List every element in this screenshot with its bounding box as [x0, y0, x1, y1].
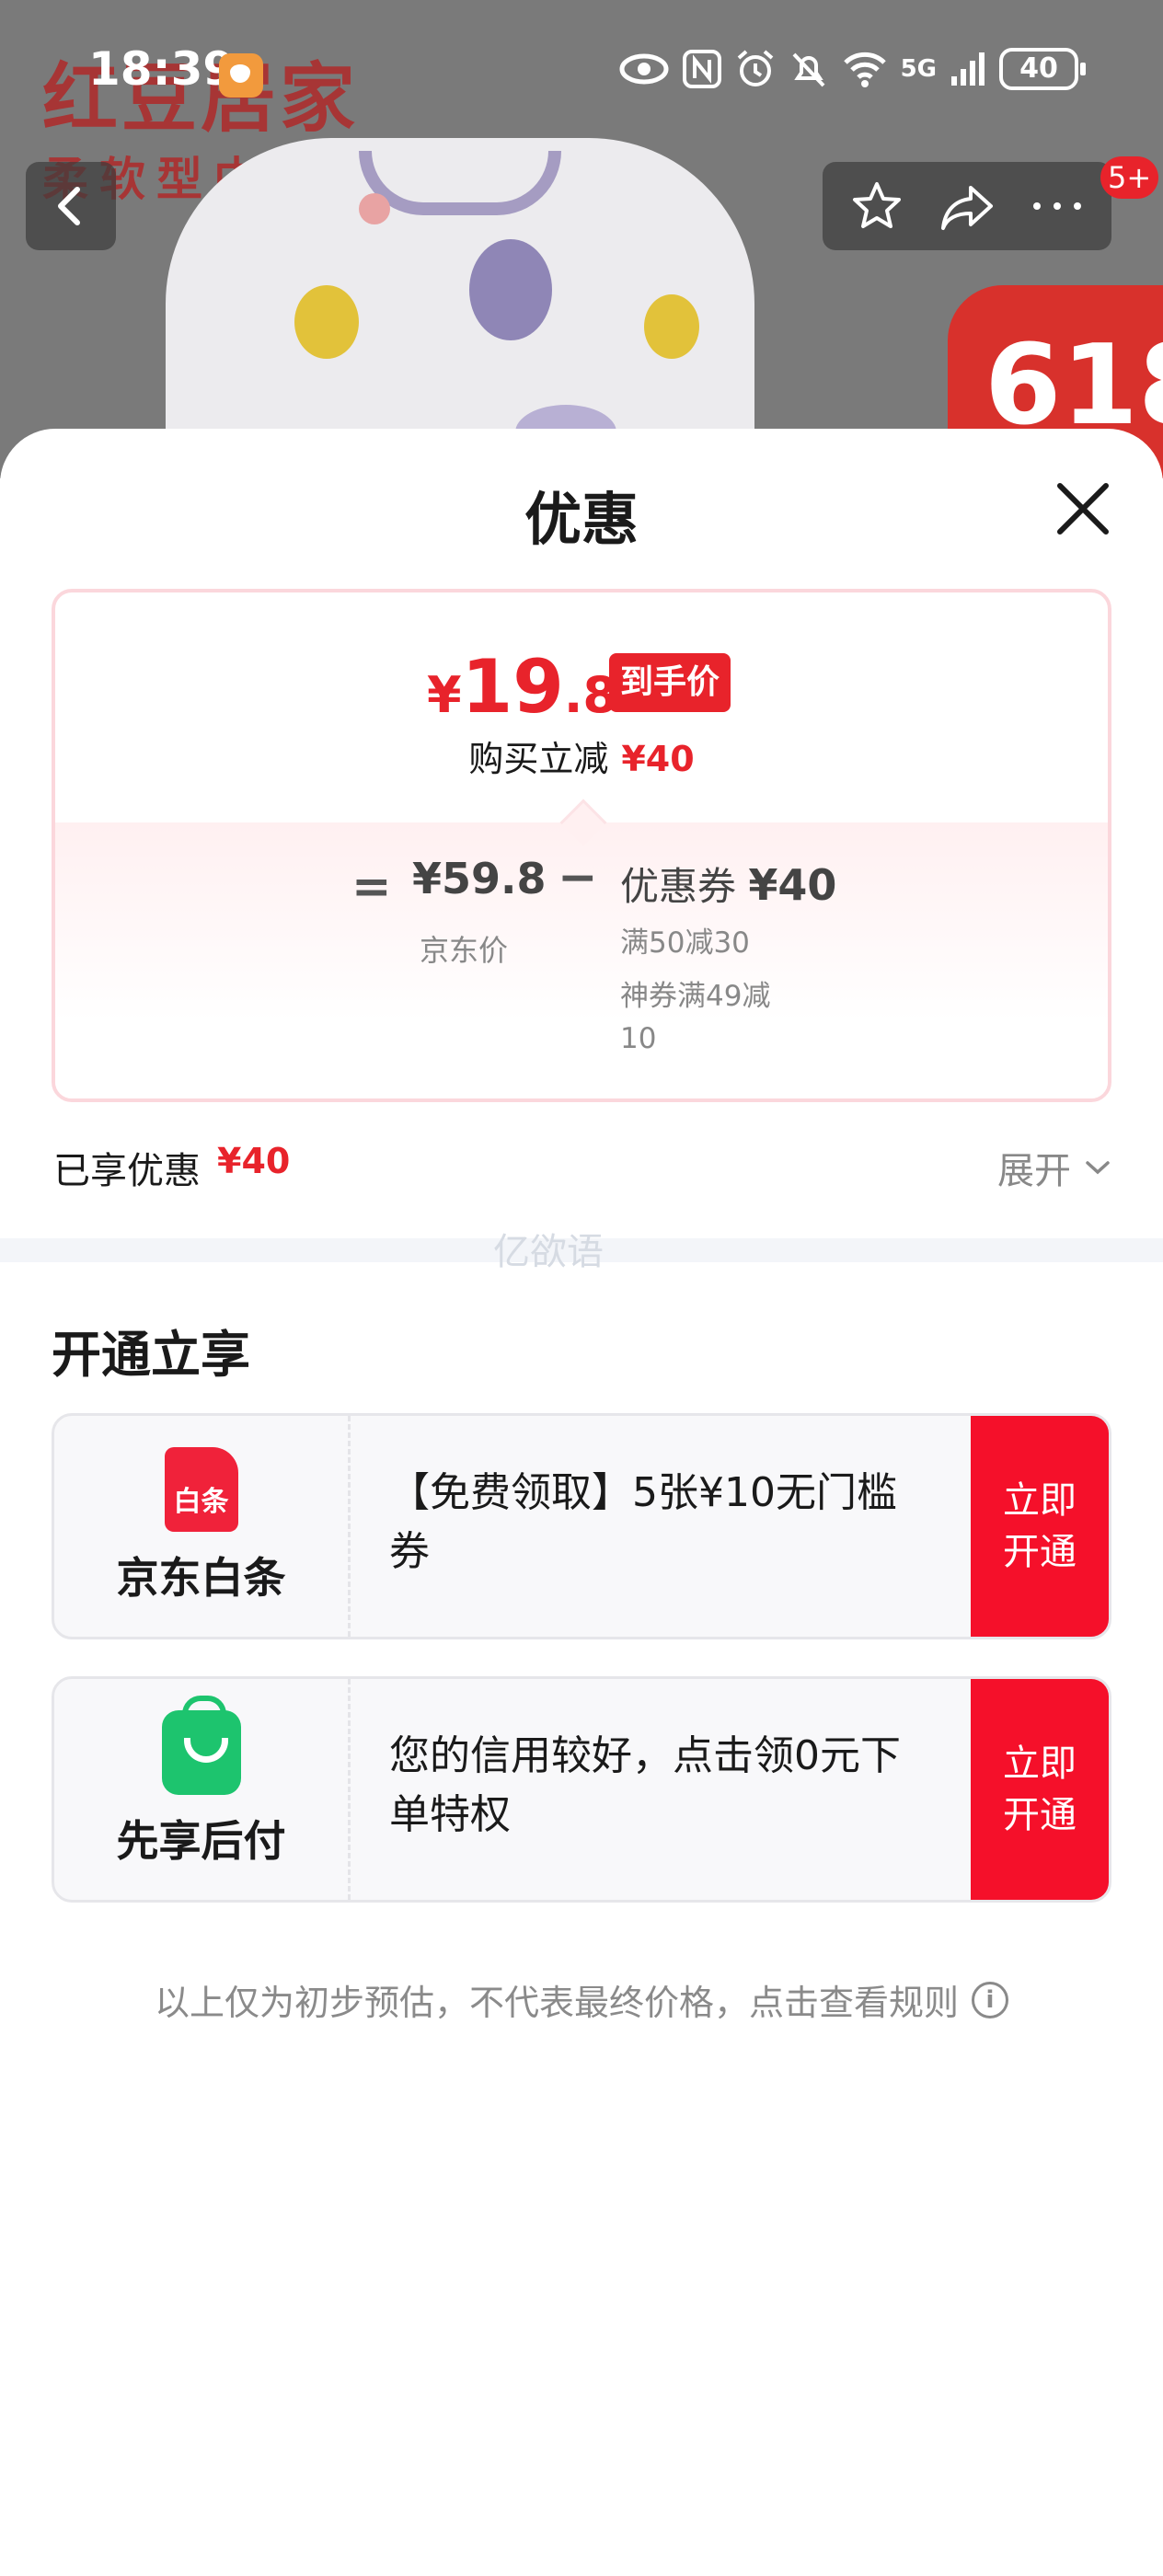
discount-sheet: 优惠 ¥19.8 到手价 购买立减 ¥40 = ¥59.8 京东价 − 优惠券 ¥…	[0, 429, 1163, 2576]
star-icon	[853, 182, 901, 228]
offer-description: 您的信用较好，点击领0元下单特权	[389, 1732, 901, 1838]
mute-bell-icon	[792, 52, 825, 87]
offer-name: 先享后付	[116, 1816, 286, 1866]
battery-indicator: 40	[999, 48, 1086, 90]
buy-reduce-value: ¥40	[621, 739, 695, 779]
status-bar: 18:39 5G 40	[0, 42, 1163, 107]
final-price-integer: 19	[461, 644, 564, 730]
product-shirt-image	[166, 138, 754, 478]
enjoyed-label: 已享优惠	[53, 1150, 201, 1192]
back-button[interactable]	[26, 162, 116, 250]
coupon-label: 优惠券	[620, 864, 737, 909]
nfc-icon	[682, 50, 721, 88]
signal-icon	[951, 52, 985, 86]
offer-description: 【免费领取】5张¥10无门槛券	[389, 1469, 897, 1575]
watermark-text: 亿欲语	[493, 1231, 604, 1273]
final-price-currency: ¥	[427, 666, 462, 724]
baitiao-logo-text: 白条	[173, 1486, 229, 1518]
offer-logo-column: 白条 京东白条	[54, 1416, 351, 1637]
chevron-down-icon	[1086, 1161, 1110, 1175]
chevron-left-icon	[58, 187, 80, 225]
wifi-icon	[843, 52, 886, 87]
status-time: 18:39	[88, 42, 236, 96]
favorite-button[interactable]	[840, 169, 914, 243]
offer-card-baitiao[interactable]: 白条 京东白条 【免费领取】5张¥10无门槛券 立即开通	[52, 1413, 1111, 1639]
more-button[interactable]	[1020, 169, 1094, 243]
offer-card-pay-later[interactable]: 先享后付 您的信用较好，点击领0元下单特权 立即开通	[52, 1676, 1111, 1903]
open-now-button[interactable]: 立即开通	[971, 1679, 1109, 1900]
minus-sign: −	[558, 850, 598, 905]
coupon-total: 优惠券 ¥40	[620, 856, 836, 912]
buy-reduce-row: 购买立减 ¥40	[55, 730, 1108, 781]
equals-sign: =	[351, 859, 392, 914]
app-notification-icon	[219, 53, 263, 98]
more-dots-icon	[1033, 202, 1081, 210]
shopping-bag-icon	[161, 1696, 241, 1795]
share-arrow-icon	[941, 186, 993, 230]
enjoyed-value: ¥40	[217, 1141, 291, 1181]
more-count-badge: 5+	[1100, 156, 1159, 199]
expand-toggle[interactable]: 展开	[997, 1141, 1111, 1194]
sheet-title: 优惠	[524, 486, 639, 553]
coupon-value: ¥40	[748, 860, 837, 910]
alarm-icon	[737, 50, 773, 86]
enjoyed-discount-row: 已享优惠 ¥40 展开	[52, 1133, 1111, 1207]
buy-reduce-label: 购买立减	[468, 739, 609, 779]
top-actions-group	[823, 162, 1111, 250]
coupon-condition: 满50减30	[620, 926, 750, 960]
offer-logo-column: 先享后付	[54, 1679, 351, 1900]
baitiao-icon: 白条	[164, 1447, 238, 1532]
close-icon	[1057, 483, 1109, 535]
jd-price-label: 京东价	[420, 933, 509, 968]
disclaimer-text: 以上仅为初步预估，不代表最终价格，点击查看规则	[154, 1983, 959, 2023]
close-button[interactable]	[1049, 475, 1117, 543]
price-breakdown-card: ¥19.8 到手价 购买立减 ¥40 = ¥59.8 京东价 − 优惠券 ¥40 …	[52, 589, 1111, 1102]
coupon-condition: 10	[620, 1022, 657, 1055]
share-button[interactable]	[930, 169, 1004, 243]
final-price: ¥19.8	[427, 644, 617, 730]
offer-name: 京东白条	[116, 1553, 286, 1603]
info-icon[interactable]: i	[972, 1981, 1008, 2018]
final-price-tag: 到手价	[609, 653, 731, 712]
network-type-label: 5G	[900, 55, 937, 83]
eye-icon	[619, 53, 669, 85]
expand-label: 展开	[997, 1150, 1071, 1192]
price-formula: = ¥59.8 京东价 − 优惠券 ¥40 满50减30 神券满49减 10	[55, 822, 1108, 1098]
open-benefits-title: 开通立享	[52, 1326, 250, 1384]
estimate-disclaimer[interactable]: 以上仅为初步预估，不代表最终价格，点击查看规则 i	[0, 1974, 1163, 2025]
coupon-condition: 神券满49减	[620, 980, 771, 1013]
jd-price-value: ¥59.8	[412, 854, 547, 903]
open-now-button[interactable]: 立即开通	[971, 1416, 1109, 1637]
